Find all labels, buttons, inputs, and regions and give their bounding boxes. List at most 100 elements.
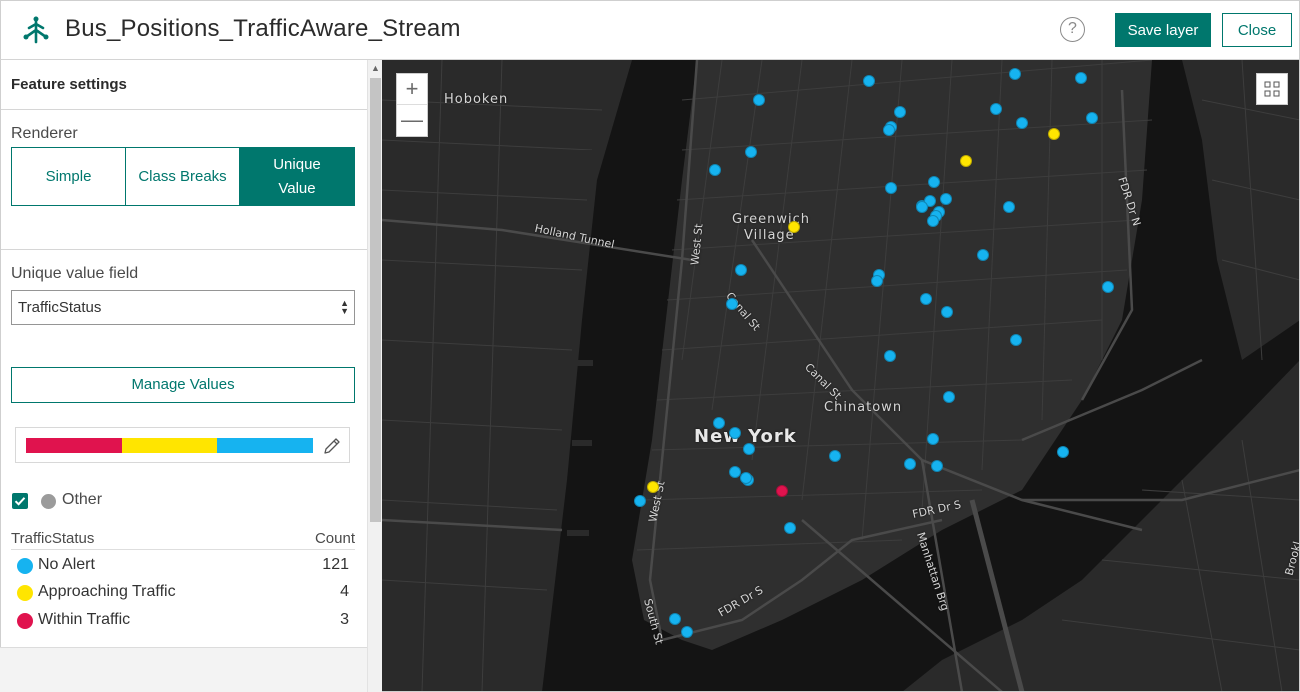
scroll-thumb[interactable] [370,78,381,522]
other-label: Other [62,491,103,508]
value-label: Within Traffic [38,611,131,628]
help-icon[interactable]: ? [1060,17,1085,42]
scroll-up-icon[interactable]: ▲ [371,63,380,73]
panel-scrollbar[interactable]: ▲ [367,60,382,692]
bus-marker-no-alert[interactable] [1009,68,1021,80]
ramp-segment-yellow [121,438,218,453]
divider [1,249,367,250]
unique-value-field-select[interactable]: TrafficStatus ▲ ▼ [11,290,355,325]
bus-marker-no-alert[interactable] [1086,112,1098,124]
bus-marker-no-alert[interactable] [904,458,916,470]
bus-marker-no-alert[interactable] [863,75,875,87]
bus-marker-no-alert[interactable] [1057,446,1069,458]
bus-marker-approaching-traffic[interactable] [647,481,659,493]
value-row[interactable]: Within Traffic 3 [11,610,355,632]
bus-marker-no-alert[interactable] [920,293,932,305]
value-count: 4 [340,583,349,600]
save-layer-button[interactable]: Save layer [1115,13,1211,47]
close-button[interactable]: Close [1222,13,1292,47]
bus-marker-no-alert[interactable] [927,215,939,227]
map-view[interactable]: + — Hoboken Holland Tunnel Greenwich Vil… [382,60,1300,692]
ramp-segment-red [26,438,122,453]
bus-marker-no-alert[interactable] [943,391,955,403]
bus-marker-no-alert[interactable] [884,350,896,362]
grid-icon [1264,81,1280,97]
bus-marker-no-alert[interactable] [784,522,796,534]
other-color-swatch [41,494,56,509]
ramp-segment-blue [217,438,314,453]
bus-marker-no-alert[interactable] [681,626,693,638]
bus-marker-no-alert[interactable] [735,264,747,276]
bus-marker-approaching-traffic[interactable] [1048,128,1060,140]
bus-marker-no-alert[interactable] [729,427,741,439]
bus-marker-no-alert[interactable] [883,124,895,136]
map-label-chinatown: Chinatown [824,400,903,415]
manage-values-button[interactable]: Manage Values [11,367,355,403]
value-row[interactable]: Approaching Traffic 4 [11,582,355,604]
checkmark-icon [14,497,26,506]
bus-marker-no-alert[interactable] [726,298,738,310]
map-label-hoboken: Hoboken [444,92,509,107]
bus-marker-approaching-traffic[interactable] [788,221,800,233]
other-checkbox[interactable] [12,493,28,509]
bus-marker-no-alert[interactable] [894,106,906,118]
field-column-header: TrafficStatus [11,530,95,547]
zoom-control: + — [396,73,428,137]
bus-marker-no-alert[interactable] [927,433,939,445]
select-value: TrafficStatus [18,299,102,316]
page-title: Bus_Positions_TrafficAware_Stream [65,15,461,42]
bus-marker-no-alert[interactable] [1075,72,1087,84]
bus-marker-no-alert[interactable] [709,164,721,176]
app-header: Bus_Positions_TrafficAware_Stream ? Save… [0,0,1300,60]
zoom-in-button[interactable]: + [397,74,427,105]
bus-marker-no-alert[interactable] [743,443,755,455]
value-count: 121 [322,556,349,573]
bus-marker-no-alert[interactable] [634,495,646,507]
app-logo-icon [23,16,49,44]
pencil-icon[interactable] [322,436,342,456]
renderer-label: Renderer [11,125,78,142]
panel-footer [0,647,367,692]
renderer-class-breaks-button[interactable]: Class Breaks [125,147,240,206]
renderer-unique-value-button[interactable]: Unique Value [239,147,355,206]
within-traffic-swatch[interactable] [17,613,33,629]
bus-marker-no-alert[interactable] [1016,117,1028,129]
value-count: 3 [340,611,349,628]
approaching-traffic-swatch[interactable] [17,585,33,601]
bus-marker-no-alert[interactable] [1010,334,1022,346]
value-label: Approaching Traffic [38,583,176,600]
bus-marker-no-alert[interactable] [753,94,765,106]
value-row[interactable]: No Alert 121 [11,555,355,577]
bus-marker-no-alert[interactable] [871,275,883,287]
bus-marker-no-alert[interactable] [885,182,897,194]
bus-marker-no-alert[interactable] [713,417,725,429]
bus-marker-no-alert[interactable] [669,613,681,625]
unique-value-field-label: Unique value field [11,265,139,282]
select-caret-icon: ▲ ▼ [340,298,349,316]
bus-marker-no-alert[interactable] [940,193,952,205]
no-alert-swatch[interactable] [17,558,33,574]
value-label: No Alert [38,556,95,573]
bus-marker-approaching-traffic[interactable] [960,155,972,167]
bus-marker-no-alert[interactable] [916,201,928,213]
bus-marker-no-alert[interactable] [740,472,752,484]
bus-marker-no-alert[interactable] [931,460,943,472]
count-column-header: Count [314,530,355,547]
bus-marker-no-alert[interactable] [1102,281,1114,293]
bus-marker-no-alert[interactable] [829,450,841,462]
divider [1,109,367,110]
basemap-gallery-icon[interactable] [1256,73,1288,105]
color-ramp[interactable] [15,427,350,463]
bus-marker-within-traffic[interactable] [776,485,788,497]
bus-marker-no-alert[interactable] [745,146,757,158]
zoom-out-button[interactable]: — [397,105,427,136]
section-title: Feature settings [11,76,127,93]
values-table-header: TrafficStatus Count [11,530,355,550]
bus-marker-no-alert[interactable] [1003,201,1015,213]
bus-marker-no-alert[interactable] [928,176,940,188]
renderer-simple-button[interactable]: Simple [11,147,126,206]
bus-marker-no-alert[interactable] [941,306,953,318]
bus-marker-no-alert[interactable] [977,249,989,261]
bus-marker-no-alert[interactable] [990,103,1002,115]
feature-settings-panel: Feature settings Renderer Simple Class B… [0,60,367,692]
